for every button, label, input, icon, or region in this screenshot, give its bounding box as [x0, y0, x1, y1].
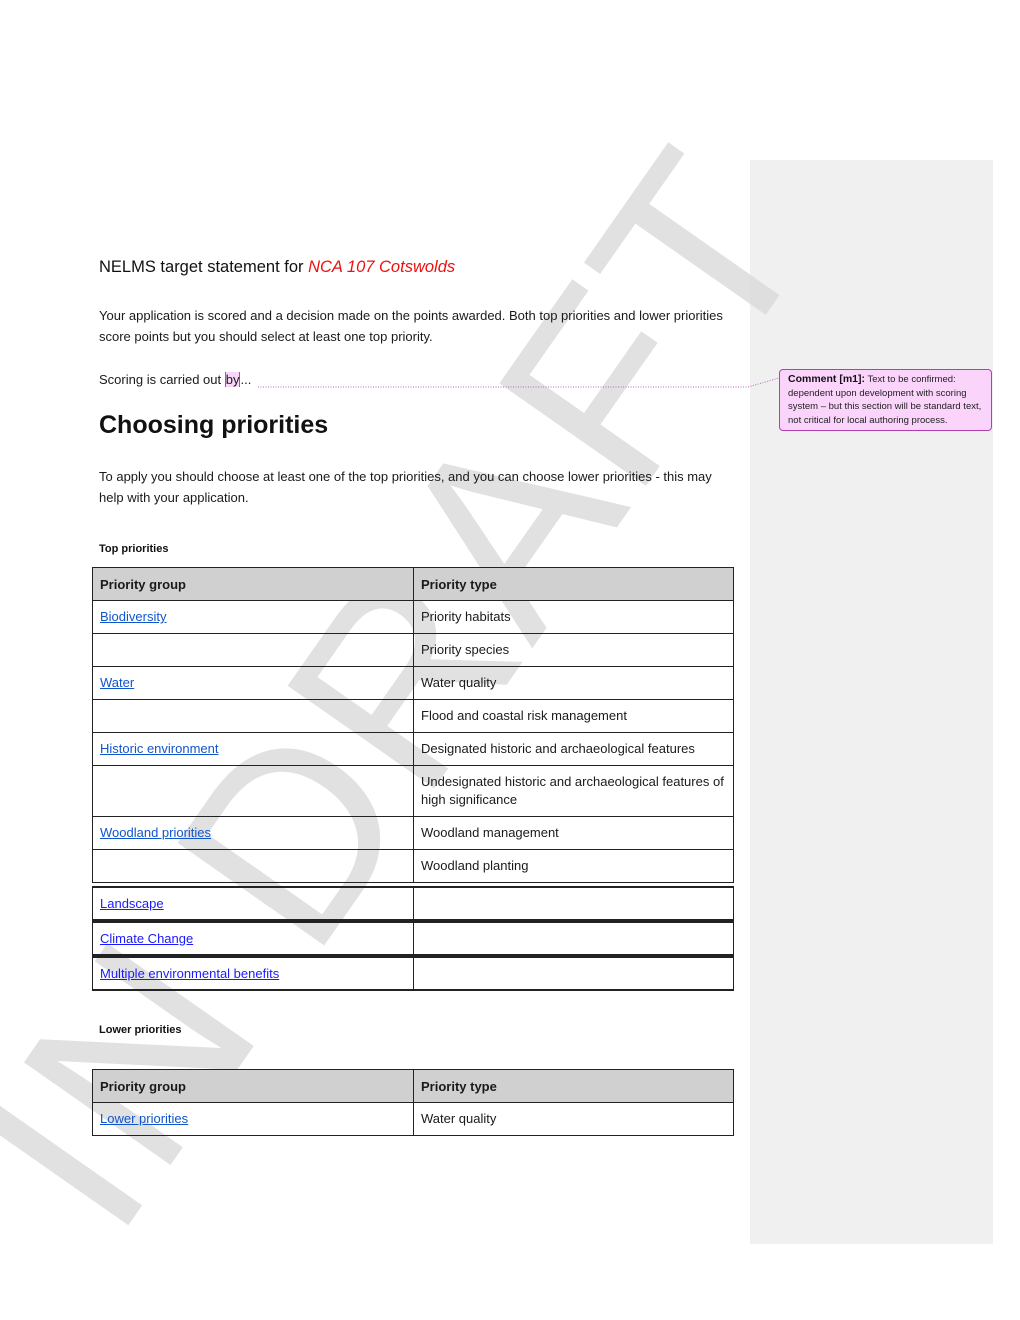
comment-anchor-highlight[interactable]: by — [224, 372, 241, 387]
priority-type-cell: Priority habitats — [413, 600, 734, 634]
table-row: Woodland priorities Woodland management — [92, 816, 734, 850]
intro-paragraph: Your application is scored and a decisio… — [99, 308, 723, 344]
column-header-priority-type: Priority type — [413, 567, 734, 601]
table-row: Landscape — [92, 886, 734, 921]
priority-group-cell — [92, 699, 414, 733]
priority-group-cell — [92, 849, 414, 883]
priority-type-cell: Priority species — [413, 633, 734, 667]
column-header-priority-type: Priority type — [413, 1069, 734, 1103]
top-priorities-table: Priority group Priority type Biodiversit… — [92, 567, 734, 883]
scoring-ellipsis: ... — [240, 372, 252, 387]
title-prefix: NELMS target statement for — [99, 258, 309, 276]
table-row: Climate Change — [92, 921, 734, 956]
climate-change-link[interactable]: Climate Change — [100, 931, 193, 946]
priority-group-cell: Woodland priorities — [92, 816, 414, 850]
priority-type-cell — [413, 886, 734, 921]
top-priorities-heading: Top priorities — [99, 543, 169, 555]
table-row: Multiple environmental benefits — [92, 956, 734, 991]
table-header-row: Priority group Priority type — [92, 1069, 734, 1103]
title-area-name: NCA 107 Cotswolds — [308, 258, 456, 276]
priority-group-cell: Water — [92, 666, 414, 700]
landscape-link[interactable]: Landscape — [100, 896, 164, 911]
priority-group-cell: Multiple environmental benefits — [92, 956, 414, 991]
priority-type-cell: Woodland management — [413, 816, 734, 850]
priority-group-cell: Climate Change — [92, 921, 414, 956]
table-row: Flood and coastal risk management — [92, 699, 734, 733]
lower-priorities-link[interactable]: Lower priorities — [100, 1111, 188, 1126]
table-row: Woodland planting — [92, 849, 734, 883]
document-title: NELMS target statement for NCA 107 Cotsw… — [99, 258, 455, 277]
table-row: Lower priorities Water quality — [92, 1102, 734, 1136]
priority-type-cell: Water quality — [413, 1102, 734, 1136]
lower-priorities-heading: Lower priorities — [99, 1024, 182, 1036]
table-row: Priority species — [92, 633, 734, 667]
column-header-priority-group: Priority group — [92, 567, 414, 601]
priority-group-cell: Landscape — [92, 886, 414, 921]
historic-environment-link[interactable]: Historic environment — [100, 741, 219, 756]
priority-group-cell: Historic environment — [92, 732, 414, 766]
priority-group-cell — [92, 633, 414, 667]
climate-change-table: Climate Change — [92, 921, 734, 956]
priority-group-cell — [92, 765, 414, 817]
priority-type-cell: Designated historic and archaeological f… — [413, 732, 734, 766]
priority-group-cell: Biodiversity — [92, 600, 414, 634]
review-comment-balloon[interactable]: Comment [m1]: Text to be confirmed: depe… — [779, 369, 992, 431]
priority-type-cell: Undesignated historic and archaeological… — [413, 765, 734, 817]
section-heading: Choosing priorities — [99, 411, 329, 439]
multiple-environmental-benefits-link[interactable]: Multiple environmental benefits — [100, 966, 279, 981]
table-row: Historic environment Designated historic… — [92, 732, 734, 766]
table-row: Water Water quality — [92, 666, 734, 700]
table-row: Biodiversity Priority habitats — [92, 600, 734, 634]
priority-group-cell: Lower priorities — [92, 1102, 414, 1136]
scoring-text: Scoring is carried out — [99, 372, 225, 387]
table-row: Undesignated historic and archaeological… — [92, 765, 734, 817]
section-paragraph: To apply you should choose at least one … — [99, 469, 712, 505]
priority-type-cell: Woodland planting — [413, 849, 734, 883]
priority-type-cell — [413, 956, 734, 991]
priority-type-cell — [413, 921, 734, 956]
table-header-row: Priority group Priority type — [92, 567, 734, 601]
comment-label: Comment [m1]: — [788, 373, 866, 385]
woodland-priorities-link[interactable]: Woodland priorities — [100, 825, 211, 840]
multiple-benefits-table: Multiple environmental benefits — [92, 956, 734, 991]
priority-type-cell: Flood and coastal risk management — [413, 699, 734, 733]
lower-priorities-table: Priority group Priority type Lower prior… — [92, 1069, 734, 1136]
water-link[interactable]: Water — [100, 675, 134, 690]
column-header-priority-group: Priority group — [92, 1069, 414, 1103]
comment-margin-pane — [750, 160, 993, 1244]
priority-type-cell: Water quality — [413, 666, 734, 700]
biodiversity-link[interactable]: Biodiversity — [100, 609, 166, 624]
document-page: IN DRAFT NELMS target statement for NCA … — [0, 0, 1020, 1320]
landscape-table: Landscape — [92, 886, 734, 921]
scoring-paragraph: Scoring is carried out by... — [99, 369, 739, 390]
